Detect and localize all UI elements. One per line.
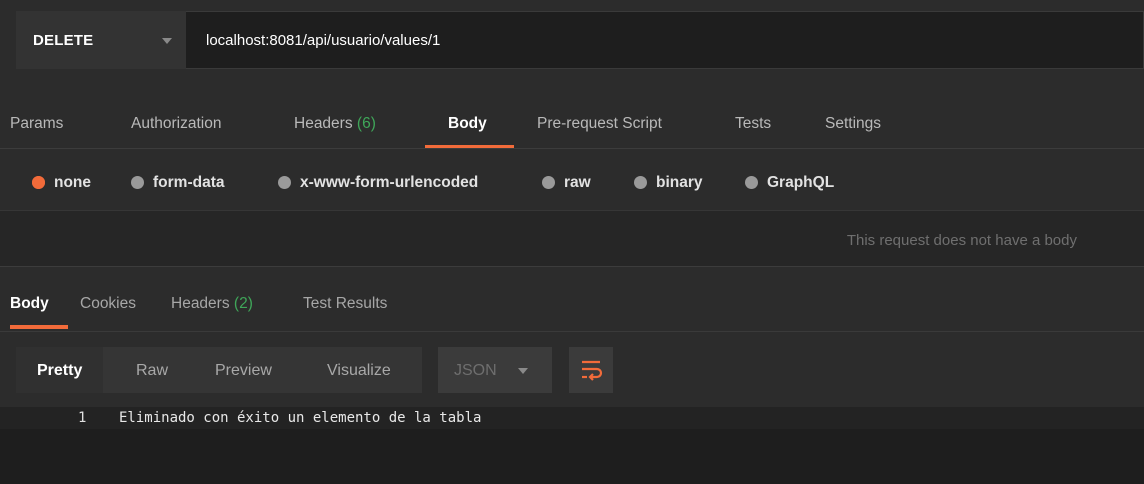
- pretty-button[interactable]: Pretty: [37, 362, 82, 380]
- radio-none-label[interactable]: none: [54, 174, 91, 192]
- raw-button[interactable]: Raw: [136, 362, 168, 380]
- chevron-down-icon: [518, 368, 528, 374]
- radio-graphql-label[interactable]: GraphQL: [767, 174, 834, 192]
- preview-button[interactable]: Preview: [215, 362, 272, 380]
- response-tab-headers-count: (2): [233, 295, 253, 312]
- radio-urlencoded[interactable]: [278, 176, 291, 189]
- tab-settings[interactable]: Settings: [825, 115, 881, 133]
- radio-urlencoded-label[interactable]: x-www-form-urlencoded: [300, 174, 478, 192]
- wrap-lines-button[interactable]: [569, 347, 613, 393]
- response-tab-cookies[interactable]: Cookies: [80, 295, 136, 313]
- no-body-message: This request does not have a body: [846, 232, 1077, 249]
- tab-params[interactable]: Params: [10, 115, 63, 133]
- response-tab-headers[interactable]: Headers (2): [171, 295, 253, 313]
- method-label: DELETE: [33, 32, 94, 49]
- tab-authorization[interactable]: Authorization: [131, 115, 221, 133]
- radio-graphql[interactable]: [745, 176, 758, 189]
- divider: [0, 331, 1144, 332]
- tab-headers-count: (6): [356, 115, 376, 132]
- active-response-tab-indicator: [10, 325, 68, 329]
- line-number: 1: [78, 410, 87, 426]
- response-tab-body[interactable]: Body: [10, 295, 49, 313]
- tab-body[interactable]: Body: [448, 115, 487, 133]
- radio-binary-label[interactable]: binary: [656, 174, 703, 192]
- tab-tests[interactable]: Tests: [735, 115, 771, 133]
- radio-raw[interactable]: [542, 176, 555, 189]
- response-tab-headers-label: Headers: [171, 295, 230, 312]
- code-line-text: Eliminado con éxito un elemento de la ta…: [119, 410, 482, 426]
- url-input[interactable]: localhost:8081/api/usuario/values/1: [206, 32, 440, 49]
- radio-form-data[interactable]: [131, 176, 144, 189]
- radio-raw-label[interactable]: raw: [564, 174, 591, 192]
- radio-none[interactable]: [32, 176, 45, 189]
- wrap-lines-icon: [582, 360, 603, 381]
- response-tab-test-results[interactable]: Test Results: [303, 295, 387, 313]
- chevron-down-icon[interactable]: [162, 38, 172, 44]
- visualize-button[interactable]: Visualize: [327, 362, 391, 380]
- tab-headers-label: Headers: [294, 115, 353, 132]
- tab-headers[interactable]: Headers (6): [294, 115, 376, 133]
- radio-binary[interactable]: [634, 176, 647, 189]
- radio-form-data-label[interactable]: form-data: [153, 174, 224, 192]
- divider: [0, 148, 1144, 149]
- tab-prerequest-script[interactable]: Pre-request Script: [537, 115, 662, 133]
- format-select-label: JSON: [454, 362, 497, 379]
